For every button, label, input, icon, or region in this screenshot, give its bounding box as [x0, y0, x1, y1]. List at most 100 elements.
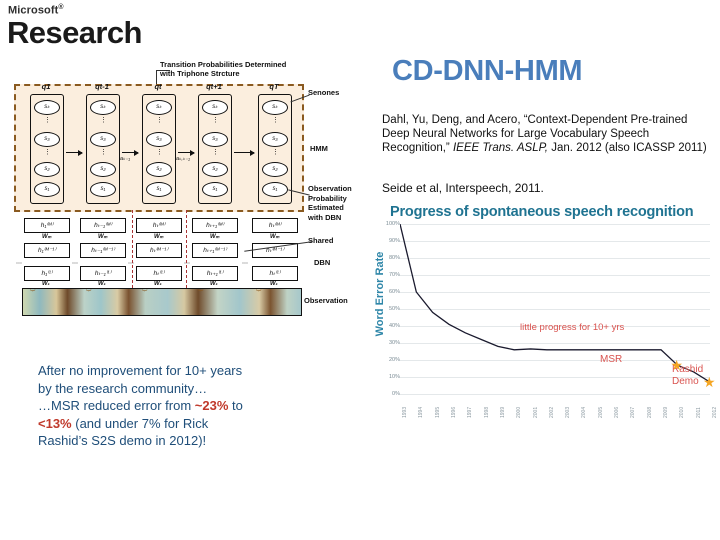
- annotation-little-progress: little progress for 10+ yrs: [520, 322, 625, 333]
- senone-mid-3: s₃: [202, 132, 228, 147]
- weight-label-first-3: W₁: [210, 281, 218, 287]
- transition-arrow-1: [122, 148, 139, 158]
- hidden-first-box-2: hₜ⁽¹⁾: [136, 266, 182, 281]
- side-label-obs-prob: Observation Probability Estimated with D…: [308, 184, 352, 222]
- conclusion-line3-post: to: [228, 398, 243, 413]
- chart-plot-area: little progress for 10+ yrs MSR Rashid D…: [400, 224, 716, 395]
- senone-mid-2: s₃: [146, 132, 172, 147]
- frame-brace-4: ⏟: [256, 281, 262, 291]
- senone-low-0: s₂: [34, 162, 60, 177]
- transition-probabilities-label: Transition Probabilities Determined with…: [160, 60, 360, 78]
- annotation-rashid-line2: Demo: [672, 375, 699, 387]
- weight-label-top-2: Wₘ: [154, 234, 164, 240]
- x-tick-2012: 2012: [712, 406, 718, 418]
- x-tick-1993: 1993: [402, 406, 408, 418]
- weight-label-first-0: W₁: [42, 281, 50, 287]
- citation-block: Dahl, Yu, Deng, and Acero, “Context-Depe…: [382, 113, 712, 155]
- senone-bottom-2: s₁: [146, 182, 172, 197]
- senone-dots-0b: ⋮: [44, 149, 51, 156]
- phone-label-3: qt+1: [206, 82, 222, 91]
- frame-brace-2: ⏟: [142, 281, 148, 291]
- senone-bottom-4: s₁: [262, 182, 288, 197]
- senone-mid-1: s₃: [90, 132, 116, 147]
- red-divider-right: [186, 210, 187, 288]
- hidden-upper-box-4: hₜ⁽ᴹ⁻¹⁾: [252, 243, 298, 258]
- frame-brace-3: ⏟: [198, 281, 204, 291]
- hidden-top-box-3: hₜ₊₁⁽ᴹ⁾: [192, 218, 238, 233]
- y-tick-1: 90%: [388, 238, 400, 244]
- phone-label-1: qt-1: [95, 82, 109, 91]
- phone-column-2: qt sₖ ⋮ s₃ ⋮ s₂ s₁: [138, 82, 178, 206]
- y-tick-9: 10%: [388, 374, 400, 380]
- hidden-first-box-0: h₁⁽¹⁾: [24, 266, 70, 281]
- senone-dots-0a: ⋮: [44, 117, 51, 124]
- weight-label-top-1: Wₘ: [98, 234, 108, 240]
- hidden-top-box-0: h₁⁽ᴹ⁾: [24, 218, 70, 233]
- side-label-hmm: HMM: [310, 144, 328, 153]
- y-tick-8: 20%: [388, 357, 400, 363]
- phone-column-3: qt+1 sₖ ⋮ s₃ ⋮ s₂ s₁: [194, 82, 234, 206]
- obs-prob-line1: Observation: [308, 184, 352, 193]
- ellipsis-row-a1: ⋯: [72, 261, 79, 267]
- obs-prob-line3: Estimated: [308, 203, 344, 212]
- observation-spectrogram: [22, 288, 302, 316]
- transition-arrow-2: [178, 148, 195, 158]
- weight-label-first-4: W₁: [270, 281, 278, 287]
- hidden-first-box-3: hₜ₊₁⁽¹⁾: [192, 266, 238, 281]
- phone-label-0: q1: [41, 82, 51, 91]
- x-tick-2002: 2002: [548, 406, 555, 418]
- hidden-top-box-1: hₜ₋₁⁽ᴹ⁾: [80, 218, 126, 233]
- hidden-upper-box-1: hₜ₋₁⁽ᴹ⁻¹⁾: [80, 243, 126, 258]
- x-tick-1997: 1997: [467, 406, 474, 418]
- x-tick-2007: 2007: [630, 406, 637, 418]
- phone-label-2: qt: [154, 82, 162, 91]
- x-tick-1996: 1996: [450, 406, 457, 418]
- x-tick-1998: 1998: [483, 406, 490, 418]
- senone-dots-4b: ⋮: [272, 149, 279, 156]
- y-tick-3: 70%: [388, 272, 400, 278]
- citation-text-part2: Jan. 2012 (also ICASSP 2011): [548, 142, 707, 154]
- conclusion-line4-post: (and under 7% for Rick: [71, 415, 209, 431]
- obs-prob-line2: Probability: [308, 193, 347, 203]
- senone-low-1: s₂: [90, 162, 116, 177]
- ellipsis-row-a0: ⋯: [16, 261, 23, 267]
- hidden-upper-box-3: hₜ₊₁⁽ᴹ⁻¹⁾: [192, 243, 238, 258]
- transition-arrow-0: [66, 148, 83, 158]
- y-tick-10: 0%: [392, 391, 400, 397]
- senone-dots-3a: ⋮: [212, 117, 219, 124]
- senone-bottom-1: s₁: [90, 182, 116, 197]
- logo-research-text: Research: [7, 14, 142, 50]
- transition-label-line1: Transition Probabilities Determined: [160, 60, 287, 69]
- senone-mid-4: s₃: [262, 132, 288, 147]
- microsoft-research-logo: Microsoft® Research: [6, 2, 166, 48]
- x-tick-2010: 2010: [679, 406, 686, 418]
- hidden-first-box-1: hₜ₋₁⁽¹⁾: [80, 266, 126, 281]
- senone-low-3: s₂: [202, 162, 228, 177]
- x-tick-2005: 2005: [597, 406, 604, 418]
- senone-top-3: sₖ: [202, 100, 228, 115]
- chart-y-tick-labels: 100% 90% 80% 70% 60% 50% 40% 30% 20% 10% 0%: [366, 218, 400, 397]
- chart-title: Progress of spontaneous speech recogniti…: [390, 204, 694, 220]
- star-marker-msr: ★: [670, 357, 683, 374]
- chart-x-tick-labels: 1993 1994 1995 1996 1997 1998 1999 2000 2001 2002…: [400, 398, 718, 420]
- obs-prob-line4: with DBN: [308, 212, 342, 222]
- x-tick-1999: 1999: [499, 406, 506, 418]
- page-title: CD-DNN-HMM: [392, 55, 583, 87]
- side-label-senones: Senones: [308, 88, 340, 97]
- annotation-msr: MSR: [600, 354, 623, 365]
- y-tick-2: 80%: [388, 255, 400, 261]
- conclusion-line-3: …MSR reduced error from ~23% to: [38, 397, 308, 415]
- senone-top-1: sₖ: [90, 100, 116, 115]
- x-tick-2003: 2003: [565, 406, 572, 418]
- x-tick-1995: 1995: [434, 406, 441, 418]
- conclusion-highlight-13: <13%: [38, 415, 72, 431]
- gridline-10: [400, 394, 710, 395]
- x-tick-2001: 2001: [532, 406, 539, 418]
- citation-journal: IEEE Trans. ASLP,: [452, 142, 548, 154]
- phone-label-4: qT: [269, 82, 279, 91]
- senone-dots-1a: ⋮: [100, 117, 107, 124]
- x-tick-1994: 1994: [418, 406, 425, 418]
- phone-column-1: qt-1 sₖ ⋮ s₃ ⋮ s₂ s₁: [82, 82, 122, 206]
- transition-coef-label-0: aₖ₋₁: [120, 156, 131, 162]
- x-tick-2011: 2011: [695, 407, 702, 418]
